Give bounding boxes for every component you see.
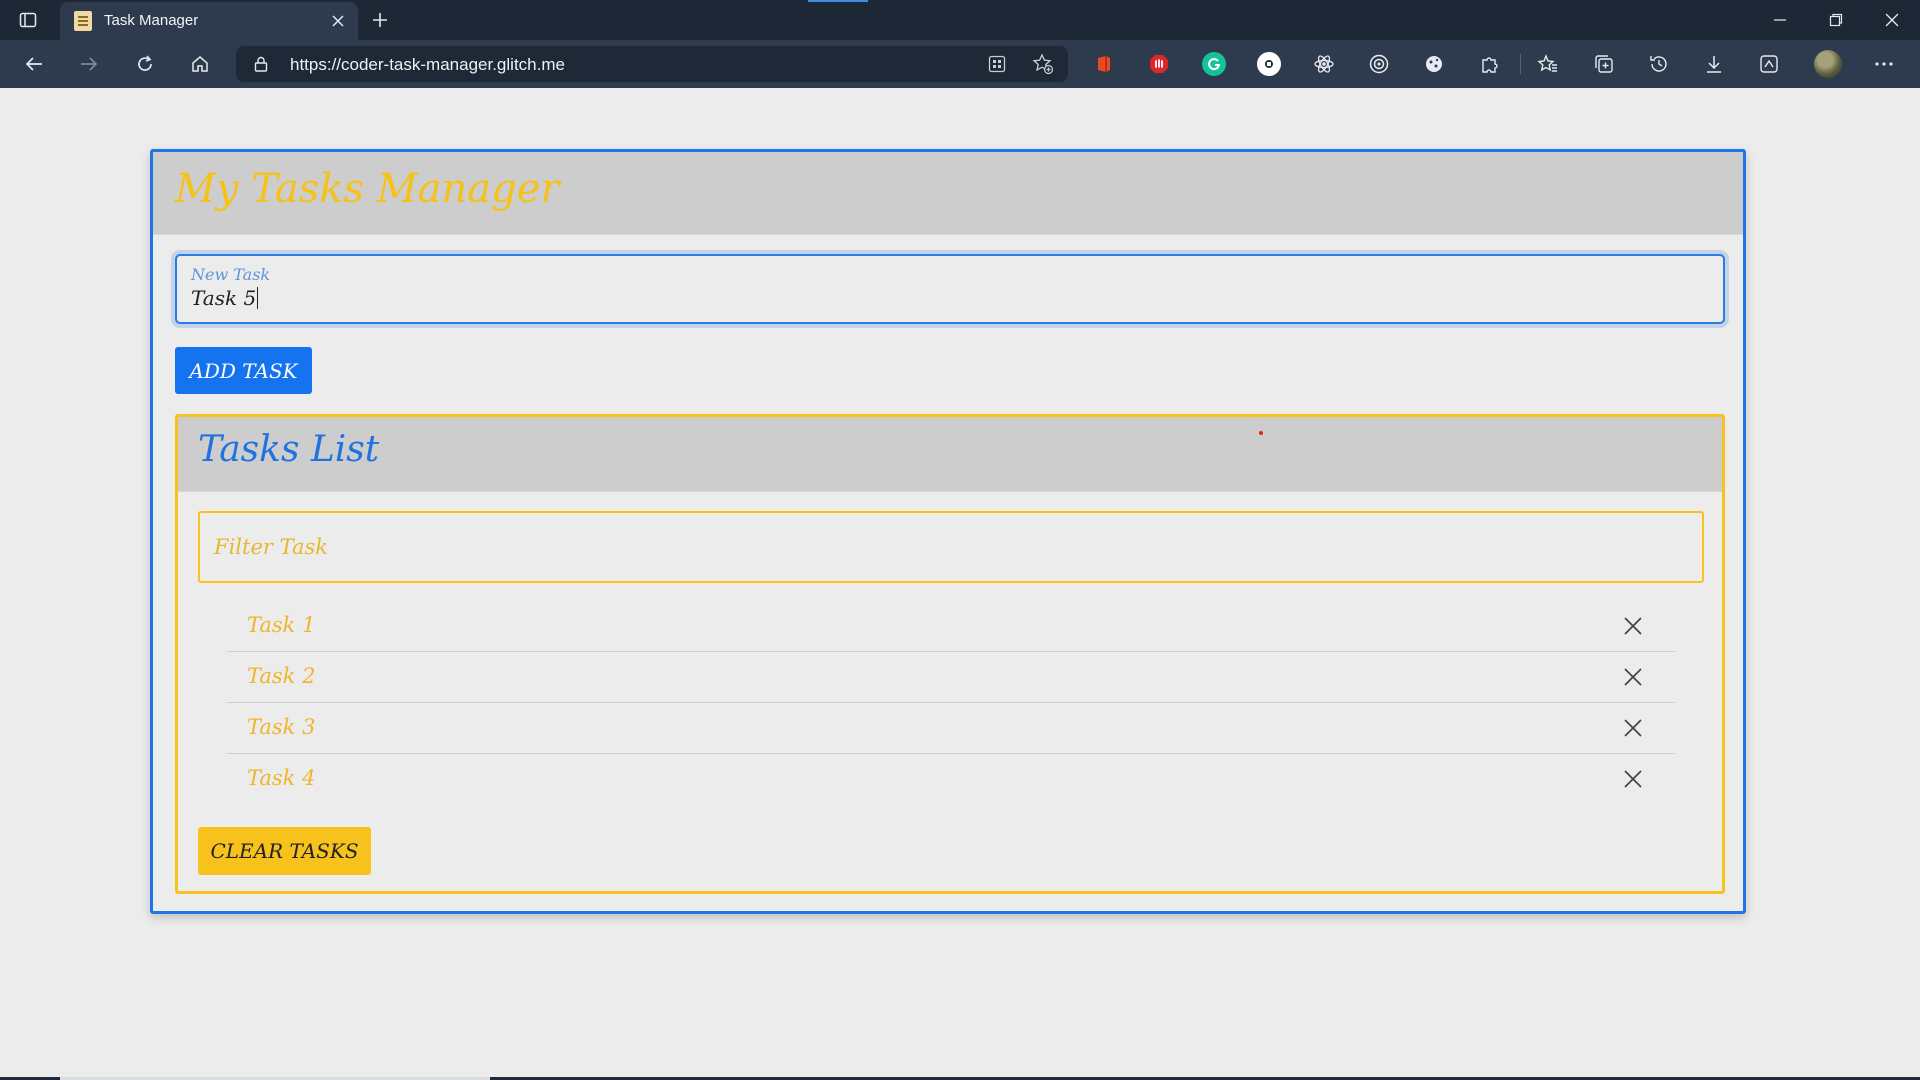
tab-title: Task Manager xyxy=(104,12,199,29)
new-tab-icon[interactable] xyxy=(368,8,392,32)
tab-bar: Task Manager xyxy=(0,0,1920,40)
browser-chrome: Task Manager https://coder-task-manager.… xyxy=(0,0,1920,88)
home-icon[interactable] xyxy=(186,50,214,78)
close-tab-icon[interactable] xyxy=(328,11,348,31)
add-favorite-icon[interactable] xyxy=(1032,53,1054,75)
task-label: Task 1 xyxy=(247,613,316,637)
profile-avatar[interactable] xyxy=(1814,50,1842,78)
downloads-icon[interactable] xyxy=(1702,52,1726,76)
grammarly-icon[interactable] xyxy=(1202,52,1226,76)
delete-task-icon[interactable] xyxy=(1621,716,1645,740)
add-task-button[interactable]: ADD TASK xyxy=(175,347,312,394)
tasks-list-card: Tasks List Filter Task Task 1 Task 2 Tas… xyxy=(175,414,1725,894)
cursor-dot xyxy=(1259,431,1263,435)
task-item: Task 2 xyxy=(227,652,1675,703)
office-icon[interactable] xyxy=(1092,52,1116,76)
task-manager-card: My Tasks Manager New Task Task 5 ADD TAS… xyxy=(150,149,1746,914)
task-list: Task 1 Task 2 Task 3 Task 4 xyxy=(227,601,1675,804)
close-window-icon[interactable] xyxy=(1864,0,1920,40)
task-item: Task 1 xyxy=(227,601,1675,652)
address-bar[interactable]: https://coder-task-manager.glitch.me xyxy=(236,46,1068,82)
performance-icon[interactable] xyxy=(1757,52,1781,76)
text-caret xyxy=(257,287,259,309)
task-item: Task 4 xyxy=(227,754,1675,804)
clear-tasks-button[interactable]: CLEAR TASKS xyxy=(198,827,371,875)
app-available-icon[interactable] xyxy=(986,53,1008,75)
navigation-bar: https://coder-task-manager.glitch.me xyxy=(0,40,1920,88)
delete-task-icon[interactable] xyxy=(1621,767,1645,791)
extension-circle-icon[interactable] xyxy=(1257,52,1281,76)
favorites-icon[interactable] xyxy=(1536,52,1560,76)
new-task-value[interactable]: Task 5 xyxy=(191,286,259,310)
lock-icon[interactable] xyxy=(252,55,270,73)
task-item: Task 3 xyxy=(227,703,1675,754)
adblock-icon[interactable] xyxy=(1147,52,1171,76)
delete-task-icon[interactable] xyxy=(1621,665,1645,689)
new-task-text: Task 5 xyxy=(191,286,257,310)
back-arrow-icon[interactable] xyxy=(20,50,48,78)
url-text[interactable]: https://coder-task-manager.glitch.me xyxy=(290,55,565,75)
tab-actions-icon[interactable] xyxy=(18,10,38,30)
delete-task-icon[interactable] xyxy=(1621,614,1645,638)
app-header: My Tasks Manager xyxy=(153,152,1743,235)
forward-arrow-icon[interactable] xyxy=(75,50,103,78)
refresh-icon[interactable] xyxy=(131,50,159,78)
more-options-icon[interactable] xyxy=(1872,52,1896,76)
react-devtools-icon[interactable] xyxy=(1312,52,1336,76)
extensions-puzzle-icon[interactable] xyxy=(1478,52,1502,76)
new-task-label: New Task xyxy=(191,265,271,284)
loading-indicator xyxy=(808,0,868,2)
task-label: Task 3 xyxy=(247,715,316,739)
toolbar-separator xyxy=(1520,54,1521,74)
app-title: My Tasks Manager xyxy=(175,166,560,212)
active-tab[interactable]: Task Manager xyxy=(60,2,358,40)
collections-icon[interactable] xyxy=(1592,52,1616,76)
history-icon[interactable] xyxy=(1647,52,1671,76)
restore-icon[interactable] xyxy=(1808,0,1864,40)
minimize-icon[interactable] xyxy=(1752,0,1808,40)
new-task-input[interactable]: New Task Task 5 xyxy=(175,254,1725,324)
filter-placeholder: Filter Task xyxy=(214,535,328,559)
window-controls xyxy=(1752,0,1920,40)
task-label: Task 2 xyxy=(247,664,316,688)
cookie-icon[interactable] xyxy=(1422,52,1446,76)
tasks-list-header: Tasks List xyxy=(178,417,1722,492)
task-label: Task 4 xyxy=(247,766,316,790)
target-icon[interactable] xyxy=(1367,52,1391,76)
notepad-favicon-icon xyxy=(74,11,92,31)
filter-task-input[interactable]: Filter Task xyxy=(198,511,1704,583)
tasks-list-title: Tasks List xyxy=(198,429,380,470)
